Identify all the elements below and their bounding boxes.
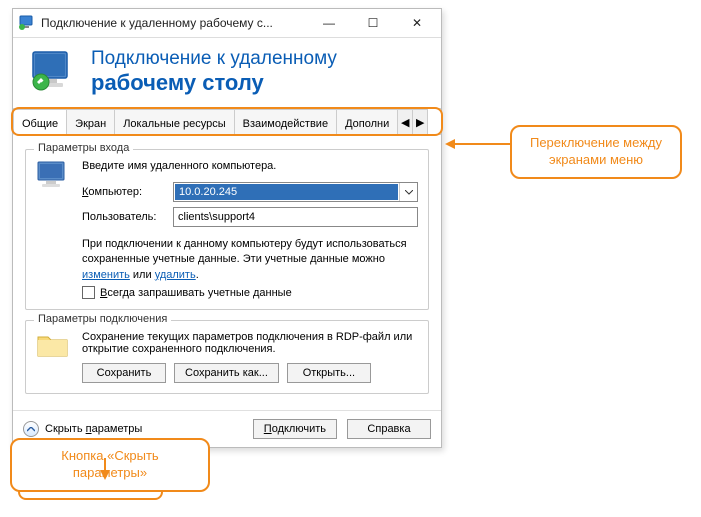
window-title: Подключение к удаленному рабочему с... <box>41 16 307 30</box>
header-text: Подключение к удаленному рабочему столу <box>91 48 337 96</box>
save-as-button[interactable]: Сохранить как... <box>174 363 279 383</box>
app-icon <box>19 15 35 31</box>
tab-experience[interactable]: Взаимодействие <box>234 109 337 134</box>
delete-credentials-link[interactable]: удалить <box>155 269 196 281</box>
callout-hide-options: Кнопка «Скрыть параметры» <box>10 438 210 492</box>
user-input[interactable] <box>173 207 418 227</box>
user-label: Пользователь: <box>82 211 167 223</box>
computer-input[interactable] <box>175 184 398 200</box>
tab-content: Параметры входа Введите имя удаленного к… <box>13 135 441 410</box>
chevron-down-icon[interactable] <box>399 183 417 201</box>
tab-scroll-right[interactable]: ▶ <box>412 109 428 134</box>
always-ask-checkbox[interactable] <box>82 286 95 299</box>
titlebar[interactable]: Подключение к удаленному рабочему с... —… <box>13 9 441 37</box>
credentials-note: При подключении к данному компьютеру буд… <box>82 237 418 283</box>
close-button[interactable]: ✕ <box>395 9 439 37</box>
computer-label: Компьютер: <box>82 186 167 198</box>
rdp-icon <box>29 48 77 96</box>
header: Подключение к удаленному рабочему столу <box>13 38 441 109</box>
change-credentials-link[interactable]: изменить <box>82 269 130 281</box>
tab-general[interactable]: Общие <box>13 109 67 135</box>
hide-options-label: Скрыть параметры <box>45 423 142 435</box>
tab-display[interactable]: Экран <box>66 109 115 134</box>
minimize-button[interactable]: — <box>307 9 351 37</box>
connection-desc: Сохранение текущих параметров подключени… <box>82 331 418 355</box>
tab-scroll-left[interactable]: ◀ <box>397 109 413 134</box>
always-ask-label: Всегда запрашивать учетные данные <box>100 287 292 299</box>
connect-button[interactable]: Подключить <box>253 419 337 439</box>
connection-group-title: Параметры подключения <box>34 313 171 325</box>
computer-icon <box>36 160 72 299</box>
open-button[interactable]: Открыть... <box>287 363 371 383</box>
header-line1: Подключение к удаленному <box>91 48 337 70</box>
hide-options-button[interactable]: Скрыть параметры <box>23 421 243 437</box>
rdp-window: Подключение к удаленному рабочему с... —… <box>12 8 442 448</box>
login-group: Параметры входа Введите имя удаленного к… <box>25 149 429 310</box>
login-intro: Введите имя удаленного компьютера. <box>82 160 418 172</box>
login-group-title: Параметры входа <box>34 142 133 154</box>
tab-advanced[interactable]: Дополни <box>336 109 398 134</box>
computer-combo[interactable] <box>173 182 418 202</box>
header-line2: рабочему столу <box>91 70 337 96</box>
connection-group: Параметры подключения Сохранение текущих… <box>25 320 429 394</box>
help-button[interactable]: Справка <box>347 419 431 439</box>
maximize-button[interactable]: ☐ <box>351 9 395 37</box>
save-button[interactable]: Сохранить <box>82 363 166 383</box>
folder-icon <box>36 331 72 383</box>
tab-strip: Общие Экран Локальные ресурсы Взаимодейс… <box>13 109 441 135</box>
tab-local-resources[interactable]: Локальные ресурсы <box>114 109 234 134</box>
callout-tabs: Переключение между экранами меню <box>510 125 682 179</box>
chevron-up-icon <box>23 421 39 437</box>
